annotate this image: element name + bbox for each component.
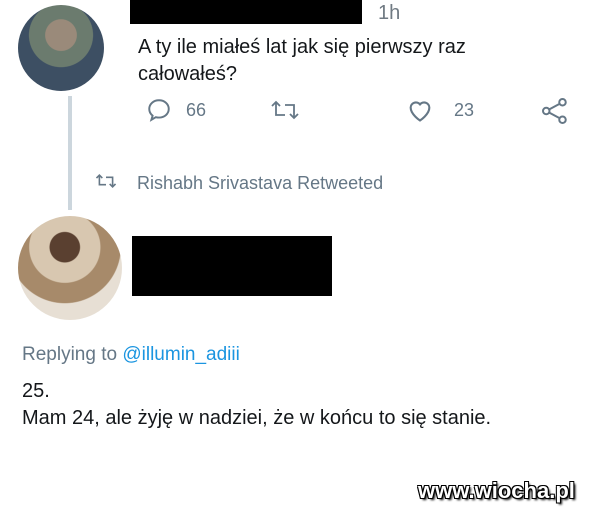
- reply-count: 66: [186, 99, 207, 120]
- share-button[interactable]: [540, 96, 570, 126]
- retweeted-notice: Rishabh Srivastava Retweeted: [95, 172, 383, 195]
- tweet-text-line-1: A ty ile miałeś lat jak się pierwszy raz: [138, 36, 466, 58]
- replying-to: Replying to @illumin_adiii: [22, 344, 240, 366]
- tweet-text-line-2: całowałeś?: [138, 63, 237, 85]
- reply-author-avatar[interactable]: [18, 216, 122, 320]
- like-count: 23: [454, 99, 475, 120]
- share-icon: [540, 96, 570, 126]
- reply-text-line-2: Mam 24, ale żyję w nadziei, że w końcu t…: [22, 407, 492, 429]
- reply-button[interactable]: 66: [146, 97, 206, 123]
- redacted-author-name: [130, 0, 362, 24]
- reply-text: 25. Mam 24, ale żyję w nadziei, że w koń…: [22, 378, 491, 432]
- watermark: www.wiocha.pl: [418, 478, 575, 503]
- redacted-handle-remnant: [140, 282, 320, 296]
- replying-mention-link[interactable]: @illumin_adiii: [122, 344, 240, 365]
- retweet-button[interactable]: [270, 97, 300, 123]
- replying-prefix: Replying to: [22, 344, 118, 365]
- tweet-author-avatar[interactable]: [18, 5, 104, 91]
- tweet-text: A ty ile miałeś lat jak się pierwszy raz…: [138, 34, 518, 88]
- like-icon: [406, 97, 434, 123]
- retweet-icon: [270, 97, 300, 123]
- thread-line: [68, 96, 72, 210]
- retweeted-label: Rishabh Srivastava Retweeted: [137, 173, 384, 193]
- like-button[interactable]: 23: [406, 97, 474, 123]
- retweet-small-icon: [95, 172, 117, 195]
- tweet-time: 1h: [378, 2, 401, 24]
- reply-text-line-1: 25.: [22, 380, 50, 402]
- reply-icon: [146, 97, 172, 123]
